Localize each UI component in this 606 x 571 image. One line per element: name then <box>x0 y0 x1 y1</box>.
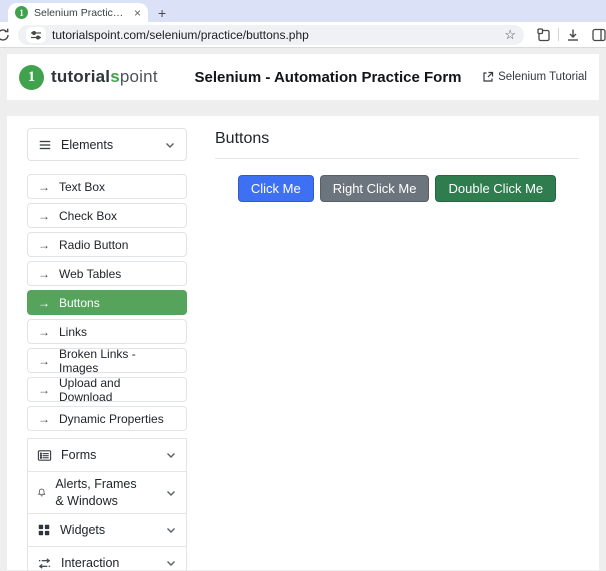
forms-icon <box>37 448 52 463</box>
arrow-icon: → <box>38 238 50 252</box>
arrow-icon: → <box>38 180 50 194</box>
sidebar-item-dynamic-properties[interactable]: → Dynamic Properties <box>27 406 187 431</box>
heading-divider <box>215 158 579 159</box>
page-title: Selenium - Automation Practice Form <box>187 69 469 86</box>
logo-s: s <box>110 67 120 86</box>
sidebar: Elements → Text Box → Check Box → Radio … <box>27 128 187 558</box>
section-heading: Buttons <box>215 130 579 148</box>
chevron-down-icon <box>164 139 176 151</box>
arrow-icon: → <box>38 383 50 397</box>
group-label-forms: Forms <box>61 447 96 463</box>
sidebar-item-links[interactable]: → Links <box>27 319 187 344</box>
browser-toolbar: tutorialspoint.com/selenium/practice/but… <box>0 22 606 48</box>
external-link-icon <box>482 71 494 83</box>
double-click-me-button[interactable]: Double Click Me <box>435 175 556 202</box>
url-text[interactable]: tutorialspoint.com/selenium/practice/but… <box>52 28 498 42</box>
chevron-down-icon <box>165 487 177 499</box>
click-me-button[interactable]: Click Me <box>238 175 314 202</box>
sidebar-item-radio-button[interactable]: → Radio Button <box>27 232 187 257</box>
site-header: 1 tutorialspoint Selenium - Automation P… <box>7 54 599 100</box>
site-info-icon[interactable] <box>26 27 46 43</box>
arrow-icon: → <box>38 354 50 368</box>
tab-title: Selenium Practice - Buttons <box>34 7 128 19</box>
bookmark-star-icon[interactable]: ☆ <box>504 28 516 41</box>
selenium-tutorial-link[interactable]: Selenium Tutorial <box>469 71 587 83</box>
buttons-row: Click Me Right Click Me Double Click Me <box>215 175 579 202</box>
tutorial-link-label: Selenium Tutorial <box>498 71 587 83</box>
group-label-interaction: Interaction <box>61 555 119 571</box>
right-click-me-button[interactable]: Right Click Me <box>320 175 430 202</box>
sidebar-group-widgets[interactable]: Widgets <box>27 513 187 547</box>
sidebar-item-web-tables[interactable]: → Web Tables <box>27 261 187 286</box>
new-tab-button[interactable]: + <box>158 6 166 20</box>
sidebar-group-alerts-frames-windows[interactable]: Alerts, Frames & Windows <box>27 471 187 514</box>
logo-tutorial: tutorial <box>51 67 110 86</box>
item-label: Upload and Download <box>59 376 176 404</box>
item-label: Radio Button <box>59 238 128 252</box>
logo-text: tutorialspoint <box>51 67 158 87</box>
item-label: Links <box>59 325 87 339</box>
arrow-icon: → <box>38 209 50 223</box>
sidebar-group-forms[interactable]: Forms <box>27 438 187 472</box>
content-card: Elements → Text Box → Check Box → Radio … <box>7 116 599 570</box>
group-label-widgets: Widgets <box>60 522 105 538</box>
sidebar-groups: Forms Alerts, Frames & Windows <box>27 438 187 571</box>
chevron-down-icon <box>165 524 177 536</box>
sidebar-group-elements[interactable]: Elements <box>27 128 187 161</box>
sidebar-group-interaction[interactable]: Interaction <box>27 546 187 571</box>
browser-tab[interactable]: 1 Selenium Practice - Buttons × <box>8 3 148 22</box>
interaction-arrows-icon <box>37 556 52 571</box>
main-content: Buttons Click Me Right Click Me Double C… <box>215 128 579 558</box>
group-label-elements: Elements <box>61 138 113 152</box>
logo-point: point <box>120 67 158 86</box>
sidebar-items: → Text Box → Check Box → Radio Button → … <box>27 174 187 431</box>
chevron-down-icon <box>165 557 177 569</box>
arrow-icon: → <box>38 325 50 339</box>
toolbar-separator <box>558 28 559 41</box>
widgets-icon <box>37 523 51 537</box>
downloads-icon[interactable] <box>565 27 581 43</box>
sidebar-item-buttons[interactable]: → Buttons <box>27 290 187 315</box>
item-label: Web Tables <box>59 267 121 281</box>
tutorialspoint-logo-icon: 1 <box>19 65 44 90</box>
chevron-down-icon <box>165 449 177 461</box>
item-label: Dynamic Properties <box>59 412 164 426</box>
url-bar[interactable]: tutorialspoint.com/selenium/practice/but… <box>18 25 524 45</box>
reload-icon[interactable] <box>0 27 12 43</box>
group-label-alerts: Alerts, Frames & Windows <box>55 476 147 509</box>
sidebar-item-broken-links-images[interactable]: → Broken Links - Images <box>27 348 187 373</box>
hamburger-icon <box>38 138 52 152</box>
tab-favicon-icon: 1 <box>15 6 28 19</box>
tutorialspoint-logo[interactable]: 1 tutorialspoint <box>19 65 187 90</box>
extensions-icon[interactable] <box>536 27 552 43</box>
item-label: Text Box <box>59 180 105 194</box>
tab-close-icon[interactable]: × <box>134 7 141 19</box>
sidebar-item-text-box[interactable]: → Text Box <box>27 174 187 199</box>
page-background: 1 tutorialspoint Selenium - Automation P… <box>0 48 606 570</box>
sidebar-item-upload-and-download[interactable]: → Upload and Download <box>27 377 187 402</box>
sidebar-item-check-box[interactable]: → Check Box <box>27 203 187 228</box>
bell-icon <box>37 485 46 500</box>
browser-tab-strip: 1 Selenium Practice - Buttons × + <box>0 0 606 22</box>
side-panel-icon[interactable] <box>591 27 606 43</box>
arrow-icon: → <box>38 296 50 310</box>
arrow-icon: → <box>38 267 50 281</box>
item-label: Check Box <box>59 209 117 223</box>
arrow-icon: → <box>38 412 50 426</box>
item-label: Broken Links - Images <box>59 347 176 375</box>
item-label: Buttons <box>59 296 100 310</box>
